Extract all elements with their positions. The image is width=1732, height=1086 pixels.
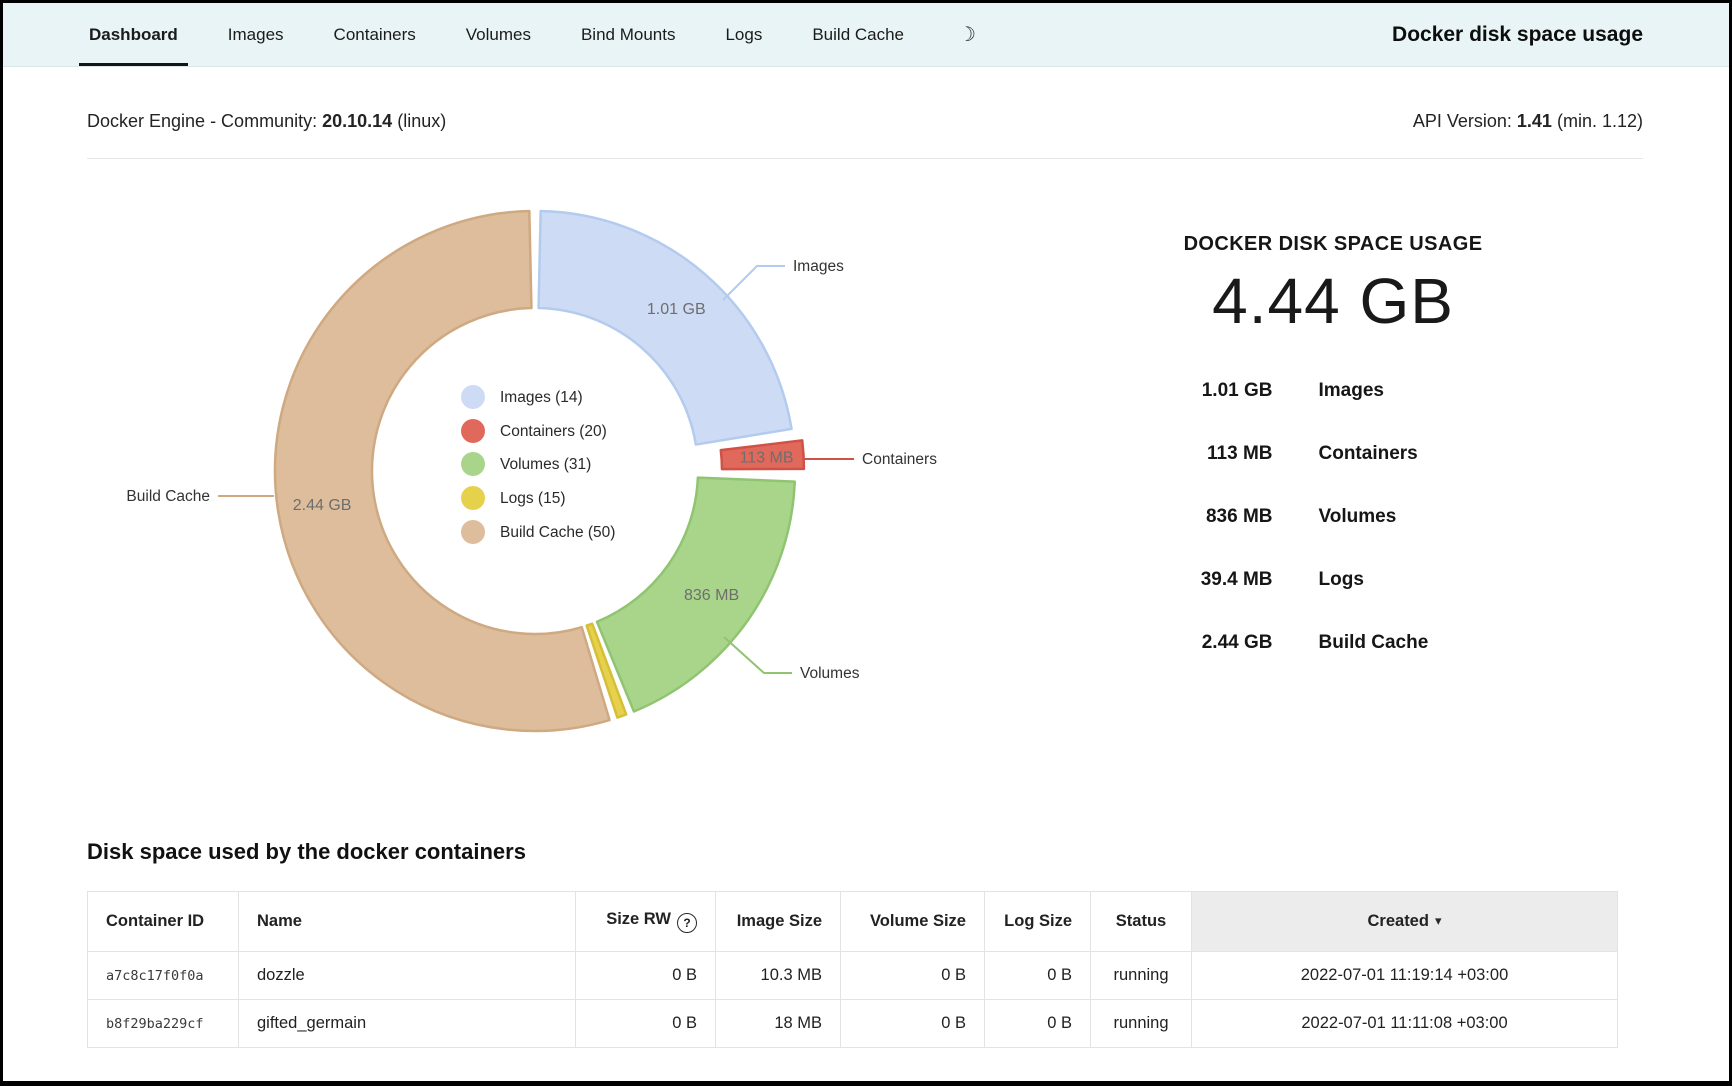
cell-image-size: 10.3 MB — [716, 952, 841, 1000]
col-header-container-id[interactable]: Container ID — [88, 892, 239, 952]
summary-label: Build Cache — [1319, 632, 1544, 654]
top-nav: Dashboard Images Containers Volumes Bind… — [3, 3, 1729, 67]
table-row[interactable]: a7c8c17f0f0a dozzle 0 B 10.3 MB 0 B 0 B … — [88, 952, 1618, 1000]
cell-name: dozzle — [239, 952, 576, 1000]
segment-size-label: 1.01 GB — [647, 301, 706, 318]
cell-log-size: 0 B — [985, 1000, 1091, 1048]
tab-volumes[interactable]: Volumes — [464, 3, 533, 66]
col-header-size-rw-label: Size RW — [606, 910, 671, 928]
help-icon[interactable]: ? — [677, 913, 697, 933]
callout-label-images: Images — [793, 258, 844, 275]
segment-size-label: 113 MB — [740, 449, 794, 466]
engine-info: Docker Engine - Community: 20.10.14 (lin… — [87, 111, 446, 132]
cell-image-size: 18 MB — [716, 1000, 841, 1048]
cell-created: 2022-07-01 11:11:08 +03:00 — [1192, 1000, 1618, 1048]
col-header-created-label: Created — [1368, 912, 1429, 930]
table-header-row: Container ID Name Size RW? Image Size Vo… — [88, 892, 1618, 952]
callout-line-volumes — [724, 637, 792, 673]
api-version-value: 1.41 — [1517, 111, 1552, 131]
app-window: Dashboard Images Containers Volumes Bind… — [0, 0, 1732, 1086]
col-header-volume-size[interactable]: Volume Size — [841, 892, 985, 952]
callout-label-volumes: Volumes — [800, 665, 860, 682]
api-version-info: API Version: 1.41 (min. 1.12) — [1413, 111, 1643, 132]
api-version-min: (min. 1.12) — [1557, 111, 1643, 131]
main-content: Docker Engine - Community: 20.10.14 (lin… — [3, 111, 1729, 1048]
summary-label: Logs — [1319, 569, 1544, 591]
col-header-image-size[interactable]: Image Size — [716, 892, 841, 952]
summary-rows: 1.01 GB Images 113 MB Containers 836 MB … — [1123, 380, 1544, 654]
donut-segment-images[interactable] — [539, 211, 792, 445]
engine-info-row: Docker Engine - Community: 20.10.14 (lin… — [87, 111, 1643, 132]
tab-bind-mounts[interactable]: Bind Mounts — [579, 3, 678, 66]
callout-line-images — [723, 266, 785, 300]
containers-table: Container ID Name Size RW? Image Size Vo… — [87, 891, 1618, 1048]
engine-label: Docker Engine - Community: — [87, 111, 317, 131]
legend-label-logs: Logs (15) — [500, 490, 565, 507]
summary-size: 2.44 GB — [1123, 632, 1273, 654]
cell-status: running — [1091, 952, 1192, 1000]
legend-swatch-build-cache — [461, 520, 485, 544]
api-version-label: API Version: — [1413, 111, 1512, 131]
summary-size: 113 MB — [1123, 443, 1273, 465]
table-row[interactable]: b8f29ba229cf gifted_germain 0 B 18 MB 0 … — [88, 1000, 1618, 1048]
summary-label: Volumes — [1319, 506, 1544, 528]
summary-heading: DOCKER DISK SPACE USAGE — [1023, 233, 1643, 256]
col-header-log-size[interactable]: Log Size — [985, 892, 1091, 952]
summary-size: 39.4 MB — [1123, 569, 1273, 591]
segment-size-label: 2.44 GB — [293, 497, 352, 514]
col-header-status[interactable]: Status — [1091, 892, 1192, 952]
containers-table-heading: Disk space used by the docker containers — [87, 839, 1643, 865]
disk-usage-section: 1.01 GB 113 MB 836 MB 2.44 GB Images Containe… — [87, 159, 1643, 775]
engine-version: 20.10.14 — [322, 111, 392, 131]
tab-containers[interactable]: Containers — [332, 3, 418, 66]
cell-container-id: a7c8c17f0f0a — [88, 952, 239, 1000]
legend-label-images: Images (14) — [500, 389, 583, 406]
callout-label-containers: Containers — [862, 451, 937, 468]
cell-container-id: b8f29ba229cf — [88, 1000, 239, 1048]
summary-label: Containers — [1319, 443, 1544, 465]
cell-name: gifted_germain — [239, 1000, 576, 1048]
theme-toggle-button[interactable]: ☾ — [958, 25, 976, 45]
tab-images[interactable]: Images — [226, 3, 286, 66]
cell-created: 2022-07-01 11:19:14 +03:00 — [1192, 952, 1618, 1000]
disk-usage-donut-chart[interactable]: 1.01 GB 113 MB 836 MB 2.44 GB Images Containe… — [123, 205, 1023, 775]
crescent-moon-icon: ☾ — [958, 25, 976, 45]
cell-size-rw: 0 B — [576, 952, 716, 1000]
summary-total-value: 4.44 GB — [1023, 264, 1643, 338]
sort-desc-icon: ▾ — [1435, 913, 1442, 928]
callout-label-build-cache: Build Cache — [126, 488, 210, 505]
legend-swatch-images — [461, 385, 485, 409]
legend-swatch-logs — [461, 486, 485, 510]
summary-label: Images — [1319, 380, 1544, 402]
disk-usage-summary: DOCKER DISK SPACE USAGE 4.44 GB 1.01 GB … — [1023, 159, 1643, 654]
legend-label-containers: Containers (20) — [500, 423, 607, 440]
cell-volume-size: 0 B — [841, 952, 985, 1000]
tab-dashboard[interactable]: Dashboard — [87, 3, 180, 66]
cell-status: running — [1091, 1000, 1192, 1048]
tab-logs[interactable]: Logs — [723, 3, 764, 66]
legend-label-build-cache: Build Cache (50) — [500, 524, 615, 541]
tab-build-cache[interactable]: Build Cache — [810, 3, 906, 66]
cell-volume-size: 0 B — [841, 1000, 985, 1048]
page-title: Docker disk space usage — [1392, 23, 1643, 47]
summary-size: 1.01 GB — [1123, 380, 1273, 402]
legend-label-volumes: Volumes (31) — [500, 456, 591, 473]
col-header-name[interactable]: Name — [239, 892, 576, 952]
cell-size-rw: 0 B — [576, 1000, 716, 1048]
engine-platform: (linux) — [397, 111, 446, 131]
legend-swatch-volumes — [461, 452, 485, 476]
col-header-created[interactable]: Created ▾ — [1192, 892, 1618, 952]
legend-swatch-containers — [461, 419, 485, 443]
segment-size-label: 836 MB — [684, 587, 739, 604]
col-header-size-rw[interactable]: Size RW? — [576, 892, 716, 952]
cell-log-size: 0 B — [985, 952, 1091, 1000]
summary-size: 836 MB — [1123, 506, 1273, 528]
tab-bar: Dashboard Images Containers Volumes Bind… — [87, 3, 976, 66]
